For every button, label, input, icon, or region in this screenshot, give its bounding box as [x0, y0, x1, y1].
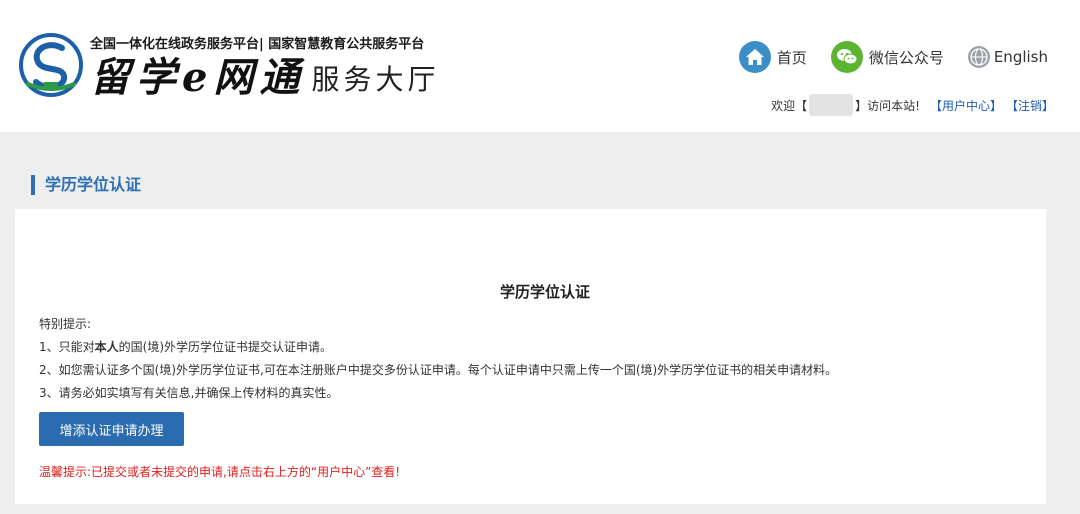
user-center-link[interactable]: 【用户中心】 — [930, 97, 1002, 114]
site-header: 全国一体化在线政务服务平台| 国家智慧教育公共服务平台 留学e网通 服务大厅 首… — [0, 0, 1080, 132]
nav-home[interactable]: 首页 — [738, 41, 807, 73]
logo-emblem-icon — [18, 32, 84, 98]
nav-english[interactable]: English — [967, 46, 1048, 68]
nav-home-label: 首页 — [776, 48, 807, 67]
special-notice: 特别提示: 1、只能对本人的国(境)外学历学位证书提交认证申请。 2、如您需认证… — [39, 313, 837, 405]
brand-art: 留学e网通 — [90, 54, 306, 101]
content-panel: 学历学位认证 特别提示: 1、只能对本人的国(境)外学历学位证书提交认证申请。 … — [15, 209, 1046, 504]
notice-1-emphasis: 本人 — [94, 340, 119, 354]
masked-username — [809, 94, 854, 116]
brand-service: 服务大厅 — [311, 63, 440, 96]
nav-english-label: English — [993, 48, 1048, 66]
logout-link[interactable]: 【注销】 — [1006, 97, 1054, 114]
notice-item-3: 3、请务必如实填写有关信息,并确保上传材料的真实性。 — [39, 386, 339, 400]
brand-logo[interactable]: 留学e网通 服务大厅 — [90, 52, 439, 100]
top-navigation: 首页 微信公众号 English — [738, 40, 1048, 74]
add-application-button[interactable]: 增添认证申请办理 — [39, 412, 184, 446]
section-title: 学历学位认证 — [31, 175, 141, 195]
notice-item-1: 1、只能对本人的国(境)外学历学位证书提交认证申请。 — [39, 336, 837, 359]
platform-line: 全国一体化在线政务服务平台| 国家智慧教育公共服务平台 — [90, 37, 425, 52]
welcome-prefix: 欢迎【 — [771, 98, 808, 113]
home-icon — [738, 41, 771, 73]
wechat-icon — [830, 41, 863, 73]
warm-tip: 温馨提示:已提交或者未提交的申请,请点击右上方的“用户中心”查看! — [39, 465, 401, 479]
notice-heading: 特别提示: — [39, 317, 92, 331]
notice-1-start: 1、只能对 — [39, 340, 95, 354]
notice-item-2: 2、如您需认证多个国(境)外学历学位证书,可在本注册账户中提交多份认证申请。每个… — [39, 363, 838, 377]
nav-wechat[interactable]: 微信公众号 — [830, 41, 944, 73]
notice-1-end: 的国(境)外学历学位证书提交认证申请。 — [118, 340, 333, 354]
panel-title: 学历学位认证 — [499, 283, 590, 301]
welcome-suffix: 】访问本站! — [855, 98, 920, 113]
welcome-bar: 欢迎【 】访问本站! 【用户中心】 【注销】 — [771, 94, 1054, 116]
globe-icon — [967, 46, 990, 68]
nav-wechat-label: 微信公众号 — [868, 48, 944, 67]
